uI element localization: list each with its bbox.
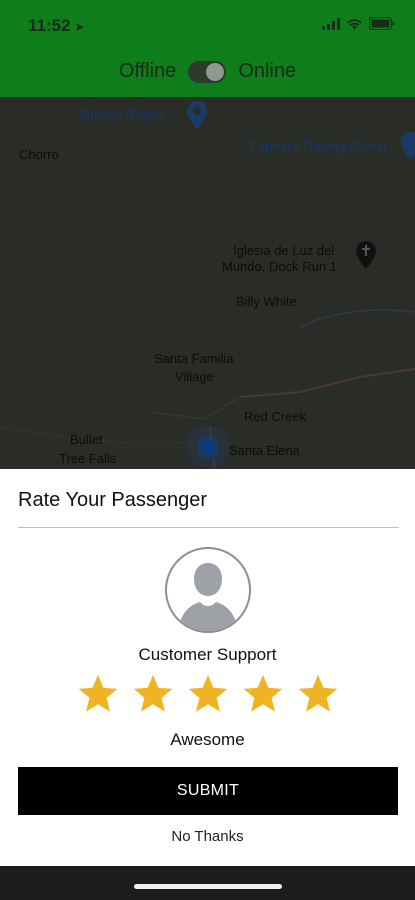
map-pin-icon	[187, 101, 207, 129]
passenger-name: Customer Support	[138, 645, 277, 664]
place-santa-elena: Santa Elena	[229, 443, 300, 458]
place-bullet-line1: Bullet	[70, 432, 103, 447]
map-pin-icon	[401, 132, 415, 160]
location-arrow-icon: ➤	[74, 20, 85, 34]
bottom-bar	[0, 866, 415, 900]
place-chorro: Chorro	[19, 147, 59, 162]
place-sunrise: Sunrise Reach	[78, 107, 164, 122]
cellular-signal-icon	[322, 17, 340, 30]
availability-row: Offline Online	[0, 60, 415, 83]
battery-icon	[369, 17, 395, 30]
title-divider	[18, 527, 399, 528]
church-pin-icon	[356, 241, 376, 269]
submit-button[interactable]: SUBMIT	[18, 767, 398, 815]
rate-passenger-sheet: Rate Your Passenger Customer Support Awe…	[0, 469, 415, 866]
star-icon-5[interactable]	[296, 672, 340, 716]
place-red-creek: Red Creek	[244, 409, 307, 424]
place-iglesia-line1: Iglesia de Luz del	[233, 243, 335, 258]
toggle-knob	[206, 62, 225, 81]
place-billy-white: Billy White	[236, 294, 297, 309]
wifi-icon	[346, 18, 363, 30]
offline-label: Offline	[118, 60, 177, 82]
star-icon-2[interactable]	[131, 672, 175, 716]
rating-label: Awesome	[170, 730, 245, 749]
place-iglesia-line2: Mundo, Dock Run 1	[222, 259, 337, 274]
sheet-title: Rate Your Passenger	[18, 489, 208, 511]
status-icons	[322, 17, 395, 30]
online-toggle[interactable]	[188, 60, 227, 83]
place-santa-familia-line2: Village	[175, 369, 214, 384]
place-bullet-line2: Tree Falls	[59, 451, 117, 466]
no-thanks-link[interactable]: No Thanks	[0, 828, 415, 845]
star-icon-1[interactable]	[76, 672, 120, 716]
top-bar: 11:52 ➤ Offline Online	[0, 0, 415, 97]
star-icon-3[interactable]	[186, 672, 230, 716]
star-rating	[76, 672, 340, 718]
person-silhouette-icon	[165, 547, 251, 633]
map-view[interactable]: Sunrise Reach Chorro Farmers Trading Cen…	[0, 97, 415, 472]
status-bar-time: 11:52 ➤	[28, 16, 85, 36]
home-indicator[interactable]	[134, 884, 282, 889]
status-time-text: 11:52	[28, 16, 71, 35]
current-location-dot-icon	[197, 436, 219, 458]
online-label: Online	[238, 60, 297, 82]
place-farmers: Farmers Trading Center	[250, 139, 388, 154]
star-icon-4[interactable]	[241, 672, 285, 716]
place-santa-familia-line1: Santa Familia	[154, 351, 234, 366]
